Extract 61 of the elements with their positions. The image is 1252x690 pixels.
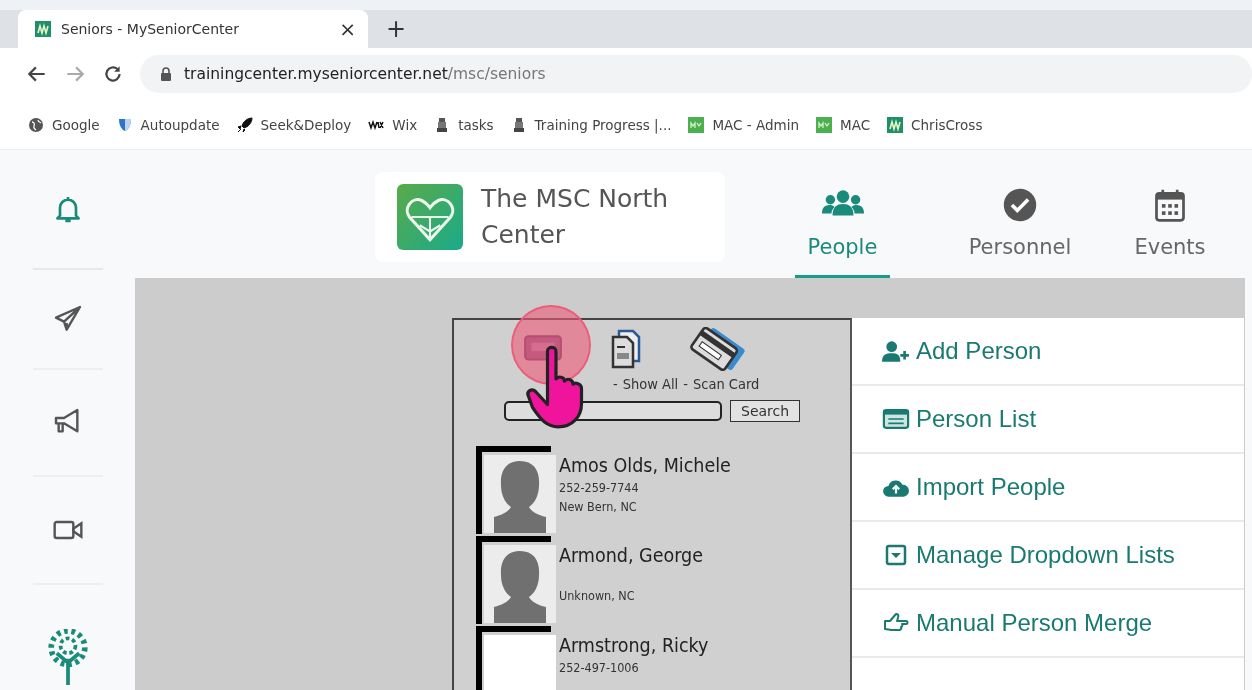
nav-tab[interactable]: Events [1095,170,1245,278]
menu-item[interactable]: Import People [852,454,1244,522]
site-logo-icon [35,21,51,37]
person-name[interactable]: Amos Olds, Michele [559,454,731,478]
bookmark-label: Seek&Deploy [260,116,352,133]
site-logo-icon [887,116,904,133]
phone-text: 252-259-7744 [559,479,640,497]
search-button[interactable]: Search [730,400,801,422]
menu-item[interactable]: Add Person [852,318,1244,386]
reload-icon[interactable] [102,63,124,85]
menu-item[interactable]: Manage Dropdown Lists [852,522,1244,590]
bookmark-label: ChrisCross [911,116,983,133]
separator-text: - [683,376,688,392]
city-text: Unknown, NC [559,587,636,605]
bookmark-label: MAC - Admin [712,116,800,133]
menu-label: Import People [916,473,1066,501]
tab-title: Seniors - MySeniorCenter [61,21,240,37]
bookmark-label: Wix [392,116,418,133]
new-tab-button[interactable]: + [386,15,407,43]
address-bar[interactable]: trainingcenter.myseniorcenter.net/msc/seniors [140,55,1252,93]
center-name: The MSC North Center [481,182,670,251]
separator-text: - [613,376,618,392]
bookmark-label: tasks [458,116,494,133]
close-tab-button[interactable]: × [339,17,356,41]
person-name[interactable]: Armstrong, Ricky [559,634,709,658]
bookmark[interactable]: MAC [816,116,871,133]
bookmark[interactable]: Seek&Deploy [236,116,352,133]
shield-icon [116,116,133,133]
list-card-icon [882,408,910,430]
bookmark-label: MAC [840,116,871,133]
bookmark[interactable]: Autoupdate [116,116,220,133]
bookmark[interactable]: Wix [368,116,418,133]
menu-label: Add Person [916,337,1042,365]
person-name[interactable]: Armond, George [559,544,703,568]
url-text: trainingcenter.myseniorcenter.net/msc/seniors [184,65,546,83]
square-logo-icon [816,116,833,133]
heart-logo-icon [397,184,463,250]
toolbar-link[interactable]: Scan Card [692,376,760,392]
menu-item[interactable]: Manual Person Merge [852,590,1244,658]
menu-label: Manual Person Merge [916,609,1153,637]
menu-label: Manage Dropdown Lists [916,541,1175,569]
nav-tab[interactable]: Personnel [945,170,1095,278]
phone-text: 252-497-1006 [559,659,640,677]
bookmark[interactable]: ChrisCross [887,116,983,133]
bookmark-label: Autoupdate [140,116,220,133]
menu-item[interactable]: Person List [852,386,1244,454]
city-text: New Bern, NC [559,498,638,516]
globe-icon [28,116,44,133]
menu-label: Person List [916,405,1037,433]
lock-icon [160,67,172,81]
browser-tab[interactable]: Seniors - MySeniorCenter × [18,10,368,48]
bookmark[interactable]: MAC - Admin [688,116,800,133]
bookmark[interactable]: Google [28,116,100,133]
add-user-icon [882,340,910,362]
toolbar-link[interactable]: Show All [622,376,679,392]
square-logo-icon [688,116,705,133]
blank-photo [484,635,556,690]
bookmark-label: Google [52,116,100,133]
bookmark[interactable]: tasks [434,116,494,133]
rocket-icon [236,116,253,133]
pointing-hand-icon [882,612,910,634]
